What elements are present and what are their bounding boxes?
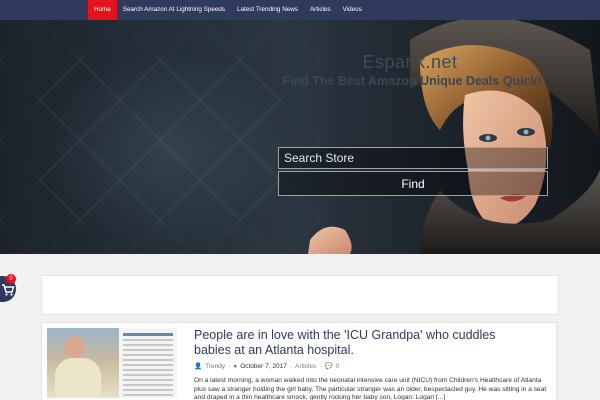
thumbnail-figure-body	[55, 358, 101, 398]
top-navbar: Home Search Amazon At Lightning Speeds L…	[0, 0, 600, 20]
post-thumbnail[interactable]	[47, 328, 177, 398]
thumbnail-text-block	[121, 330, 175, 396]
thumbnail-figure-head	[65, 336, 85, 358]
banner-placeholder	[41, 275, 559, 315]
clock-icon: ●	[233, 362, 238, 370]
post-title[interactable]: People are in love with the 'ICU Grandpa…	[194, 328, 534, 358]
store-search-input[interactable]	[278, 147, 548, 169]
nav-item-articles[interactable]: Articles	[304, 0, 337, 20]
post-category[interactable]: Articles	[295, 363, 316, 370]
post-meta: 👤 Trendy · ● October 7, 2017 · Articles …	[194, 362, 340, 371]
post-date: October 7, 2017	[240, 362, 287, 370]
main-menu: Home Search Amazon At Lightning Speeds L…	[88, 0, 368, 20]
thumbnail-photo	[47, 328, 119, 398]
nav-item-home[interactable]: Home	[88, 0, 117, 20]
cart-icon	[2, 284, 15, 296]
nav-item-videos[interactable]: Videos	[337, 0, 368, 20]
site-tagline: Find The Best Amazon Unique Deals Quick!	[282, 74, 542, 88]
nav-item-search-amazon[interactable]: Search Amazon At Lightning Speeds	[117, 0, 231, 20]
author-icon: 👤	[194, 363, 203, 370]
post-author[interactable]: Trendy	[205, 363, 225, 370]
cart-count-badge: 0	[6, 274, 16, 284]
post-excerpt: On a latest morning, a woman walked into…	[194, 377, 547, 400]
post-comment-count[interactable]: 0	[336, 363, 340, 370]
nav-item-trending-news[interactable]: Latest Trending News	[231, 0, 304, 20]
site-title[interactable]: Espank.net	[300, 52, 520, 73]
hero-banner: Espank.net Find The Best Amazon Unique D…	[0, 20, 600, 254]
find-button[interactable]: Find	[278, 171, 548, 196]
comment-icon: 💬	[324, 363, 333, 370]
